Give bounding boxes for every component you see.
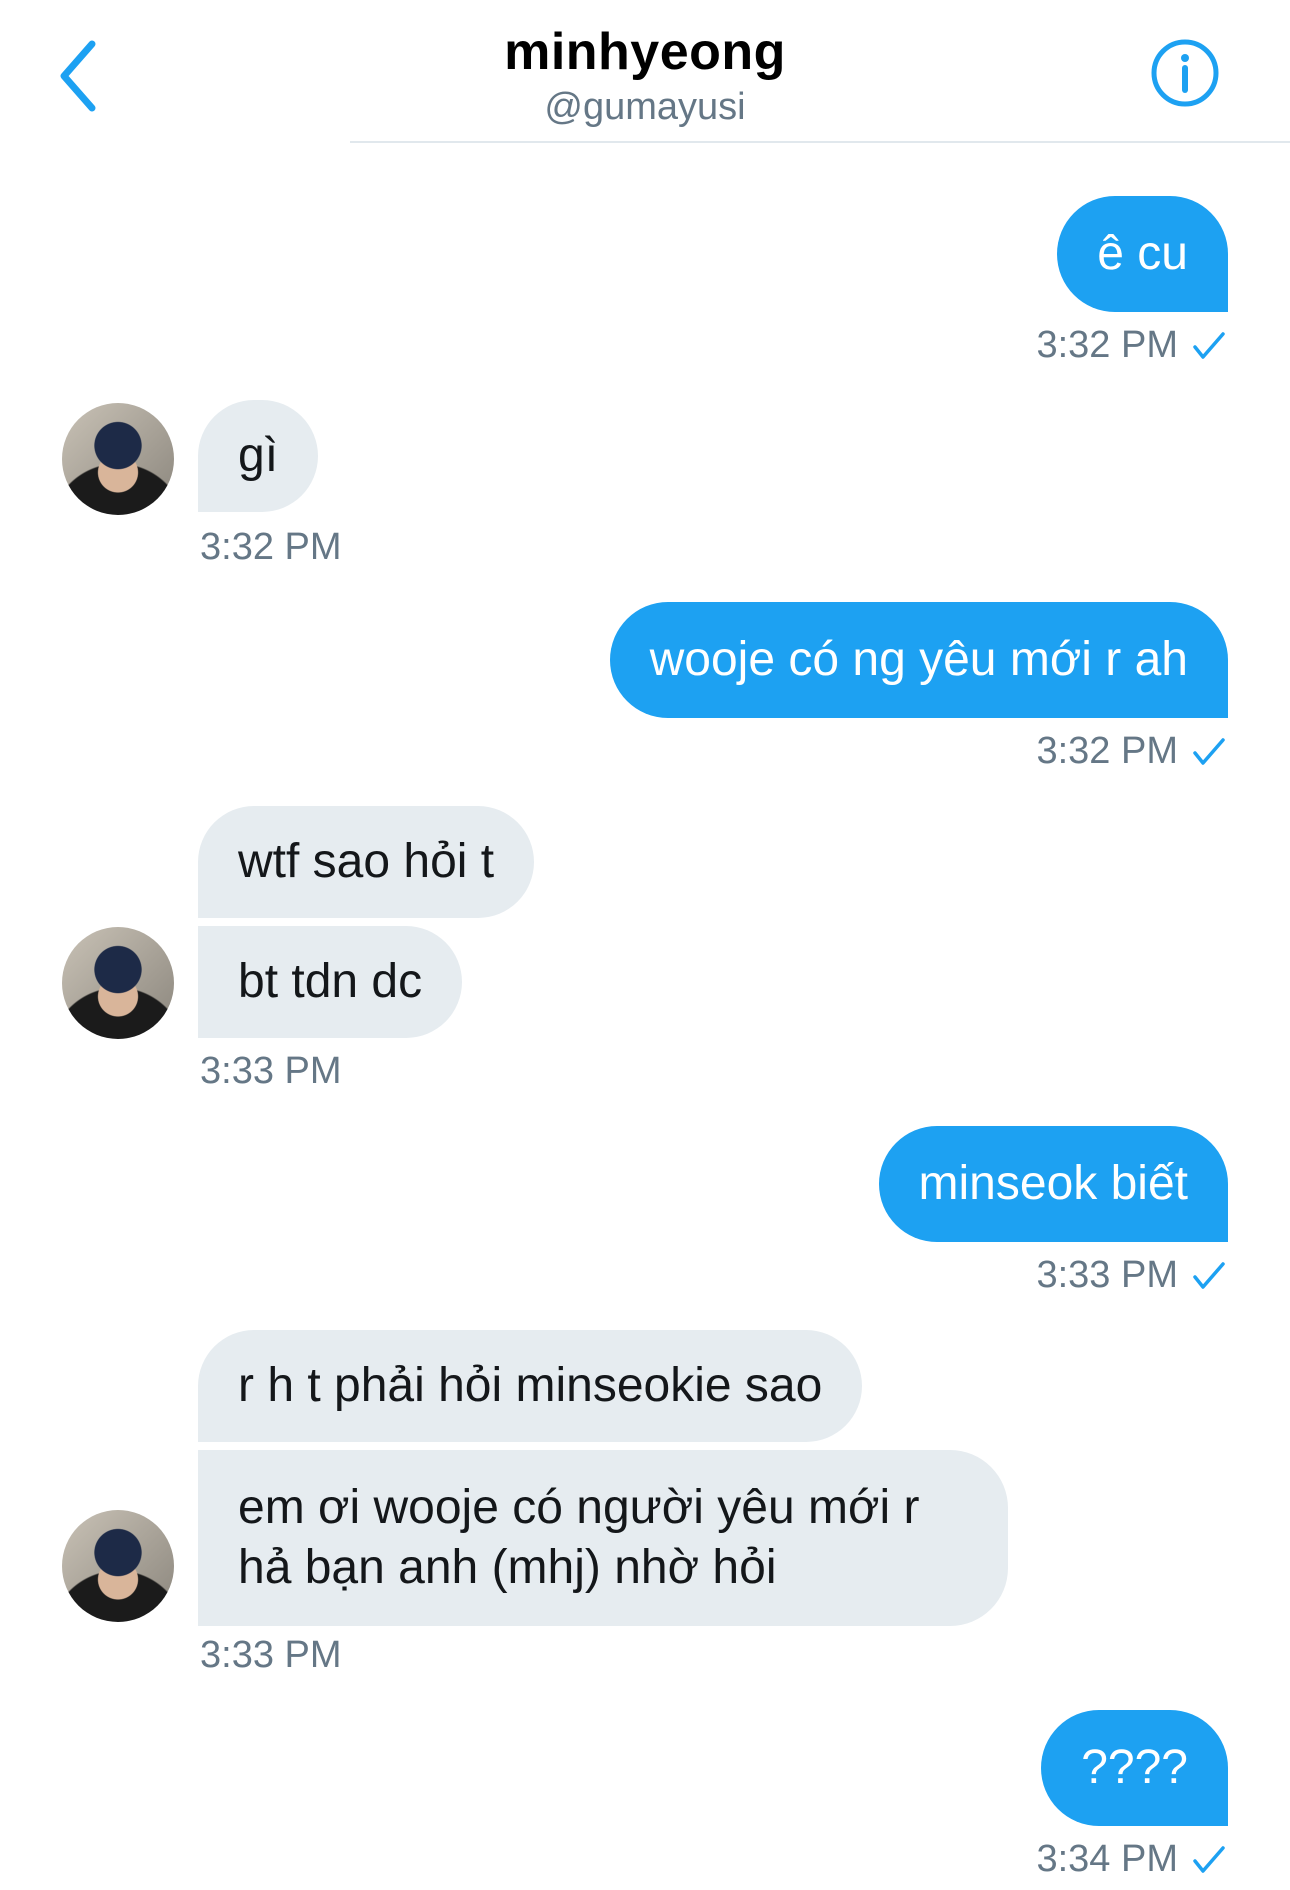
message-bubble-outgoing[interactable]: minseok biết [878,1126,1228,1242]
checkmark-icon [1193,1846,1225,1873]
message-bubble-incoming[interactable]: bt tdn dc [198,926,463,1038]
avatar[interactable] [62,403,174,515]
contact-handle: @gumayusi [544,86,746,128]
conversation-header: minhyeong @gumayusi [0,0,1290,143]
message-bubble-outgoing[interactable]: wooje có ng yêu mới r ah [609,602,1228,718]
message-text: bt tdn dc [238,955,423,1008]
message-timestamp: 3:32 PM [1036,324,1226,367]
message-bubble-incoming[interactable]: gì [198,400,319,512]
message-text: ???? [1081,1741,1188,1794]
avatar[interactable] [62,927,174,1039]
checkmark-icon [1193,1262,1225,1289]
contact-name[interactable]: minhyeong [0,22,1290,82]
message-bubble-incoming[interactable]: r h t phải hỏi minseokie sao [198,1330,863,1442]
message-bubble-outgoing[interactable]: ???? [1041,1710,1228,1826]
message-timestamp: 3:32 PM [1036,730,1226,773]
message-bubble-outgoing[interactable]: ê cu [1057,196,1228,312]
header-divider [350,141,1290,143]
avatar[interactable] [62,1510,174,1622]
info-circle-icon[interactable] [1150,38,1220,108]
message-text: wooje có ng yêu mới r ah [649,633,1188,686]
message-text: r h t phải hỏi minseokie sao [238,1359,823,1412]
checkmark-icon [1193,332,1225,359]
message-bubble-incoming[interactable]: em ơi wooje có người yêu mới r hả bạn an… [198,1450,1008,1626]
message-bubble-incoming[interactable]: wtf sao hỏi t [198,806,535,918]
message-timestamp: 3:33 PM [200,1050,342,1092]
message-timestamp: 3:33 PM [200,1634,342,1676]
message-timestamp: 3:33 PM [1036,1254,1226,1297]
message-timestamp: 3:32 PM [200,526,342,568]
message-text: em ơi wooje có người yêu mới r hả bạn an… [238,1481,920,1594]
checkmark-icon [1193,738,1225,765]
message-text: gì [238,429,279,482]
message-text: ê cu [1097,227,1188,280]
message-text: minseok biết [918,1157,1188,1210]
message-text: wtf sao hỏi t [238,835,495,888]
message-timestamp: 3:34 PM [1036,1838,1226,1881]
